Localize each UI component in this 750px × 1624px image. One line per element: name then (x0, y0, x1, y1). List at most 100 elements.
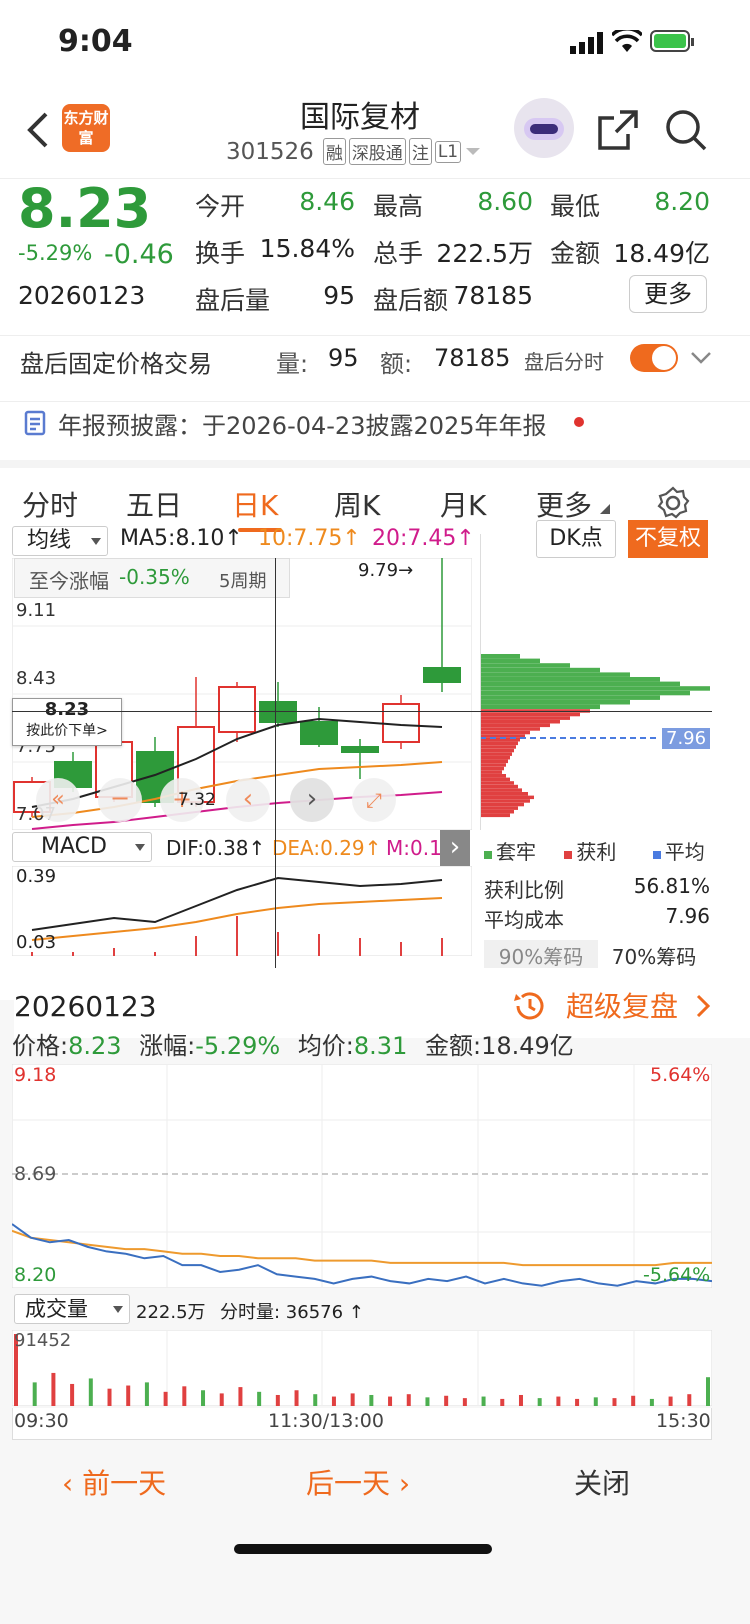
after-hours-toggle[interactable] (630, 344, 678, 372)
tab-five-day[interactable]: 五日 (126, 484, 182, 524)
scroll-left-fast-icon[interactable]: « (36, 778, 80, 822)
time-mid: 11:30/13:00 (268, 1410, 384, 1432)
axis-label-1: 9.11 (16, 600, 57, 621)
tab-weekly-k[interactable]: 周K (334, 484, 380, 524)
volume-bar (257, 1391, 262, 1406)
volume-select-label: 成交量 (25, 1297, 88, 1321)
cross-price-box[interactable]: 8.23 按此价下单> (12, 698, 122, 746)
after-amount-value: 78185 (453, 281, 533, 310)
volume-bar (481, 1396, 486, 1406)
candle-body (423, 667, 461, 683)
profit-ratio-label: 获利比例 (484, 878, 564, 902)
volume-bar (593, 1397, 598, 1406)
next-day-button[interactable]: 后一天 › (306, 1462, 410, 1502)
legend-swatch-profit (564, 851, 573, 859)
change-percent: -5.29% (18, 241, 93, 265)
notice-bar[interactable]: 年报预披露：于2026-04-23披露2025年年报 (0, 402, 750, 468)
after-amount-label: 盘后额 (373, 286, 449, 315)
volume-bar (612, 1398, 617, 1406)
tab-chip-70[interactable]: 70%筹码 (598, 940, 710, 968)
peak-label: 9.79→ (358, 560, 414, 581)
scroll-left-icon[interactable]: ‹ (226, 778, 270, 822)
volume-chart[interactable] (12, 1330, 712, 1406)
kline-area: 均线 MA5:8.10↑ 10:7.75↑ 20:7.45↑ DK点 不复权 至… (0, 520, 750, 1000)
volume-time-label: 分时量: 36576 ↑ (220, 1302, 364, 1323)
tab-more[interactable]: 更多 (536, 484, 592, 524)
review-change: -5.29% (195, 1032, 281, 1060)
review-amount: 18.49亿 (481, 1032, 574, 1060)
high-value: 8.60 (477, 187, 533, 216)
chevron-right-icon[interactable] (696, 994, 710, 1018)
intraday-pct-top: 5.64% (650, 1064, 711, 1086)
search-icon[interactable] (664, 108, 708, 152)
chevron-down-icon[interactable] (464, 146, 482, 158)
volume-bar (631, 1395, 636, 1406)
signal-icon (570, 32, 603, 54)
triangle-icon (600, 504, 610, 514)
fixed-volume-label: 量: (276, 350, 309, 378)
fullscreen-icon[interactable]: ⤢ (352, 778, 396, 822)
tab-chip-90[interactable]: 90%筹码 (484, 940, 598, 968)
macd-select-label: MACD (41, 834, 107, 859)
battery-icon (650, 30, 694, 52)
robot-assistant-icon[interactable] (514, 98, 574, 158)
close-button[interactable]: 关闭 (574, 1462, 630, 1502)
volume-bar (706, 1377, 710, 1406)
candle-body (259, 701, 297, 723)
zoom-out-icon[interactable]: − (98, 778, 142, 822)
more-button[interactable]: 更多 (629, 275, 707, 313)
volume-value: 222.5万 (436, 239, 533, 268)
volume-bar (331, 1396, 336, 1406)
macd-chart[interactable] (12, 866, 472, 956)
review-avg-label: 均价: (297, 1032, 354, 1060)
share-icon[interactable] (596, 108, 640, 152)
history-icon[interactable] (510, 988, 546, 1024)
volume-bar (32, 1382, 37, 1406)
volume-label: 总手 (373, 239, 424, 268)
quote-date: 20260123 (18, 281, 146, 310)
prev-day-button[interactable]: ‹ 前一天 (62, 1462, 166, 1502)
volume-select[interactable]: 成交量 (14, 1294, 130, 1324)
volume-bar (537, 1398, 542, 1406)
collapse-arrow-icon[interactable]: › (440, 830, 470, 866)
app-logo: 东方财富 (62, 104, 110, 152)
chip-avg-label: 7.96 (662, 728, 711, 749)
range-gain-value: -0.35% (119, 565, 190, 589)
open-label: 今开 (195, 192, 246, 221)
tab-daily-k[interactable]: 日K (232, 484, 278, 524)
tab-monthly-k[interactable]: 月K (440, 484, 486, 524)
after-hours-chart-label: 盘后分时 (524, 350, 604, 374)
volume-bar (406, 1394, 411, 1406)
wifi-icon (612, 30, 642, 52)
scroll-right-icon[interactable]: › (290, 778, 334, 822)
intraday-y-top: 9.18 (14, 1064, 57, 1086)
volume-bar (107, 1388, 112, 1406)
ma-select[interactable]: 均线 (12, 526, 108, 556)
review-stats: 价格:8.23 涨幅:-5.29% 均价:8.31 金额:18.49亿 (12, 1026, 574, 1061)
legend-swatch-trapped (484, 851, 492, 859)
tab-timeshare[interactable]: 分时 (22, 484, 78, 524)
stock-code: 301526 (226, 138, 314, 165)
super-review-link[interactable]: 超级复盘 (566, 976, 678, 1038)
back-icon[interactable] (22, 110, 52, 150)
current-price: 8.23 (18, 177, 152, 240)
chevron-down-icon[interactable] (690, 350, 712, 366)
intraday-chart[interactable] (12, 1064, 712, 1288)
dif-label: DIF:0.38↑ (166, 836, 266, 860)
stock-name: 国际复材 (300, 100, 420, 135)
settings-icon[interactable] (656, 486, 690, 520)
range-gain-period: 5周期 (219, 571, 267, 592)
low-mark-label: 7.32 (178, 790, 216, 810)
volume-bar (444, 1395, 449, 1406)
intraday-y-mid: 8.69 (14, 1163, 57, 1185)
macd-select[interactable]: MACD (12, 832, 152, 862)
legend-profit: 获利 (576, 840, 617, 864)
badge-connect: 深股通 (348, 138, 406, 165)
super-review-panel: 20260123 超级复盘 价格:8.23 涨幅:-5.29% 均价:8.31 … (0, 976, 750, 1510)
candle-body (300, 721, 338, 745)
order-at-price-link[interactable]: 按此价下单> (13, 720, 121, 740)
profit-ratio-value: 56.81% (633, 874, 710, 898)
volume-bar (201, 1390, 206, 1406)
candle-body (218, 686, 256, 733)
stock-code-row: 301526 融 深股通 注 L1 (226, 138, 482, 165)
